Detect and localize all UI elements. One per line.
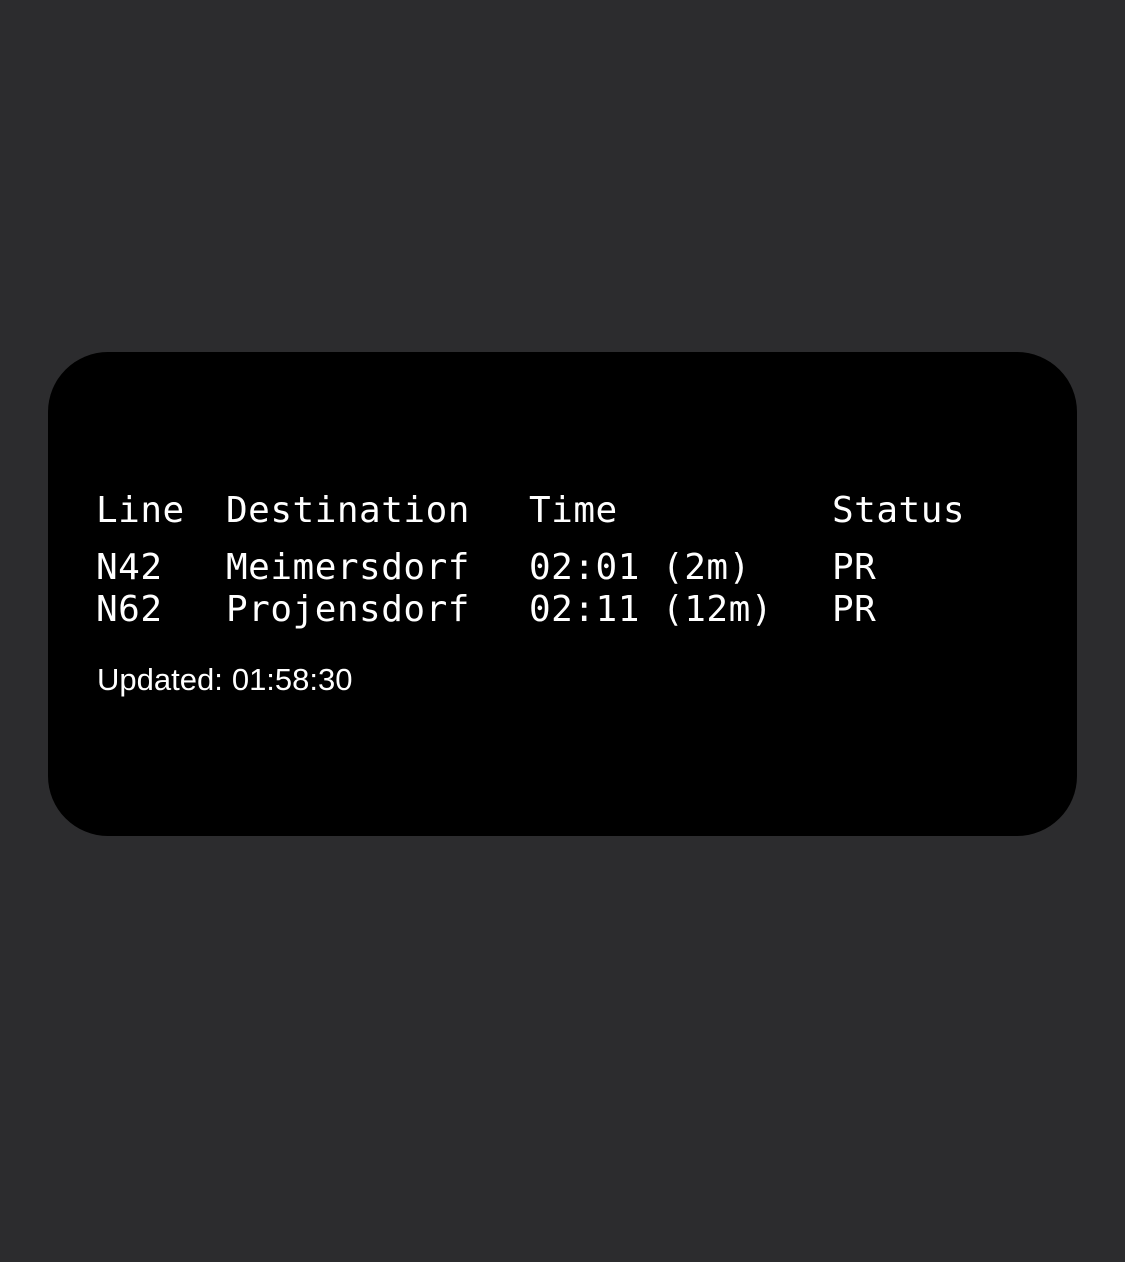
- row-line: N62: [96, 589, 163, 630]
- row-destination: Meimersdorf: [226, 547, 470, 588]
- header-line: Line: [96, 490, 185, 531]
- updated-time: 01:58:30: [231, 662, 353, 697]
- row-time: 02:11 (12m): [529, 589, 773, 630]
- departures-widget: Line Destination Time Status N42 Meimers…: [48, 352, 1077, 836]
- updated-timestamp: Updated: 01:58:30: [97, 662, 353, 698]
- header-status: Status: [832, 490, 966, 531]
- row-status: PR: [832, 589, 877, 630]
- row-destination: Projensdorf: [226, 589, 470, 630]
- row-time: 02:01 (2m): [529, 547, 751, 588]
- row-line: N42: [96, 547, 163, 588]
- header-destination: Destination: [226, 490, 470, 531]
- header-time: Time: [529, 490, 618, 531]
- updated-label: Updated:: [97, 662, 223, 697]
- row-status: PR: [832, 547, 877, 588]
